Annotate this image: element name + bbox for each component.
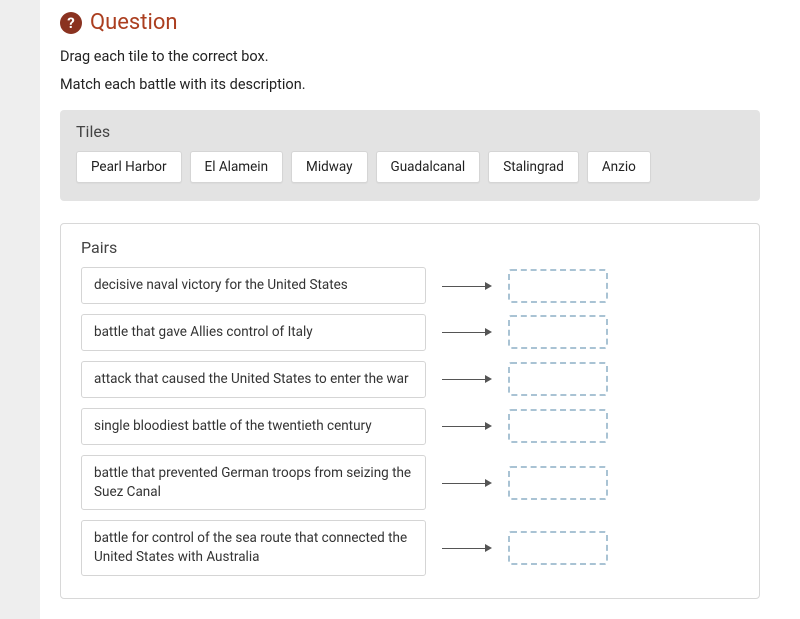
tile[interactable]: Anzio: [587, 151, 651, 183]
pairs-panel-title: Pairs: [81, 238, 739, 257]
main-content: ? Question Drag each tile to the correct…: [40, 0, 800, 619]
instruction-line-1: Drag each tile to the correct box.: [60, 43, 760, 71]
tile[interactable]: Stalingrad: [488, 151, 579, 183]
arrow-right-icon: [442, 374, 492, 384]
drop-zone[interactable]: [508, 269, 608, 303]
arrow-right-icon: [442, 327, 492, 337]
drop-zone[interactable]: [508, 362, 608, 396]
drop-zone[interactable]: [508, 409, 608, 443]
drop-zone[interactable]: [508, 531, 608, 565]
pair-description: decisive naval victory for the United St…: [81, 267, 426, 304]
tiles-panel: Tiles Pearl Harbor El Alamein Midway Gua…: [60, 110, 760, 201]
pair-row: battle that gave Allies control of Italy: [81, 314, 739, 351]
pair-description: single bloodiest battle of the twentieth…: [81, 408, 426, 445]
arrow-right-icon: [442, 543, 492, 553]
tiles-panel-title: Tiles: [76, 122, 744, 141]
pair-row: single bloodiest battle of the twentieth…: [81, 408, 739, 445]
pair-row: decisive naval victory for the United St…: [81, 267, 739, 304]
arrow-right-icon: [442, 478, 492, 488]
arrow-right-icon: [442, 281, 492, 291]
question-mark-icon: ?: [60, 12, 82, 34]
instructions: Drag each tile to the correct box. Match…: [60, 43, 760, 98]
page: ? Question Drag each tile to the correct…: [0, 0, 800, 619]
pair-row: attack that caused the United States to …: [81, 361, 739, 398]
pair-description: battle that gave Allies control of Italy: [81, 314, 426, 351]
pair-description: battle for control of the sea route that…: [81, 520, 426, 576]
pair-description: attack that caused the United States to …: [81, 361, 426, 398]
left-gutter: [0, 0, 40, 619]
pair-row: battle that prevented German troops from…: [81, 455, 739, 511]
pair-description: battle that prevented German troops from…: [81, 455, 426, 511]
tile[interactable]: Midway: [291, 151, 367, 183]
tile[interactable]: El Alamein: [190, 151, 283, 183]
tile[interactable]: Guadalcanal: [376, 151, 481, 183]
drop-zone[interactable]: [508, 466, 608, 500]
pair-row: battle for control of the sea route that…: [81, 520, 739, 576]
arrow-right-icon: [442, 421, 492, 431]
question-title: Question: [90, 10, 178, 35]
tile[interactable]: Pearl Harbor: [76, 151, 182, 183]
drop-zone[interactable]: [508, 315, 608, 349]
tiles-row: Pearl Harbor El Alamein Midway Guadalcan…: [76, 151, 744, 183]
question-header: ? Question: [60, 10, 760, 35]
instruction-line-2: Match each battle with its description.: [60, 71, 760, 99]
pairs-panel: Pairs decisive naval victory for the Uni…: [60, 223, 760, 599]
